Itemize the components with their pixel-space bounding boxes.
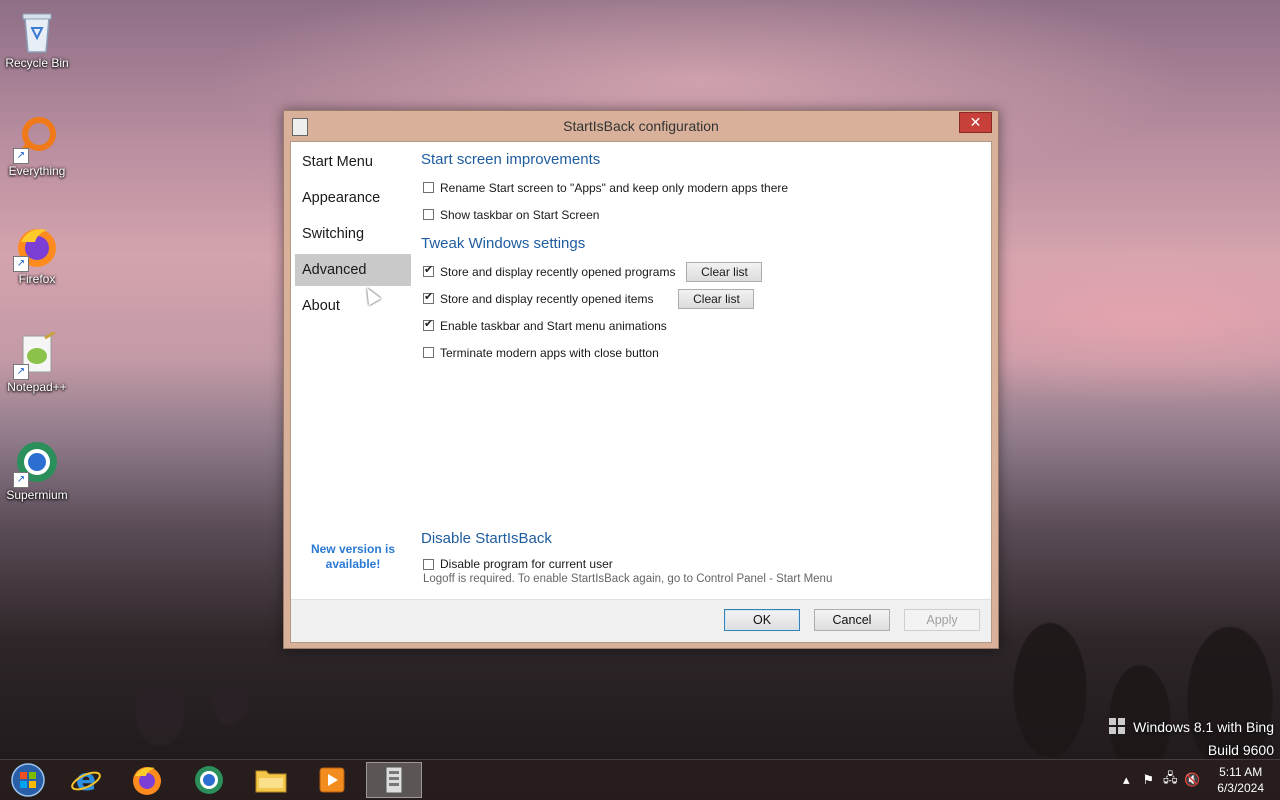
window-titlebar[interactable]: StartIsBack configuration ✕ [284,111,998,141]
clock[interactable]: 5:11 AM 6/3/2024 [1217,764,1264,796]
folder-icon [255,770,287,793]
new-version-link[interactable]: New version is available! [307,542,399,572]
checkbox-terminate-modern-apps[interactable] [423,347,434,358]
shortcut-arrow-icon: ↗ [13,148,29,164]
notepadpp-icon: ↗ [13,330,59,380]
option-label: Store and display recently opened progra… [440,264,676,279]
shortcut-arrow-icon: ↗ [13,364,29,380]
desktop-icon-label: Notepad++ [7,380,67,394]
disable-section: Disable StartIsBack Disable program for … [421,527,986,585]
clock-time: 5:11 AM [1219,765,1263,779]
advanced-settings-panel: Start screen improvements Rename Start s… [421,148,986,366]
show-hidden-icons-chevron-icon[interactable]: ▴ [1118,772,1134,788]
checkbox-show-taskbar[interactable] [423,209,434,220]
logoff-note: Logoff is required. To enable StartIsBac… [423,573,833,585]
shortcut-arrow-icon: ↗ [13,256,29,272]
desktop-icon-firefox[interactable]: ↗ Firefox [2,224,72,286]
option-disable-program[interactable]: Disable program for current user [421,553,986,575]
internet-explorer-icon: e [71,764,101,796]
taskbar: e ▴ ⚑ 🖧 🔇 5:11 AM 6/3/2024 [0,759,1280,800]
nav-item-about[interactable]: About [295,290,411,322]
system-tray: ▴ ⚑ 🖧 🔇 5:11 AM 6/3/2024 [1115,760,1280,800]
option-label: Enable taskbar and Start menu animations [440,318,667,333]
clear-programs-list-button[interactable]: Clear list [686,261,763,282]
media-player-icon [319,767,345,793]
start-button[interactable] [0,762,56,798]
section-title-disable: Disable StartIsBack [421,530,552,547]
ok-button[interactable]: OK [724,609,800,631]
nav-item-start-menu[interactable]: Start Menu [295,146,411,178]
checkbox-recent-programs[interactable] [423,263,434,277]
checkbox-disable-program[interactable] [423,558,434,570]
clock-date: 6/3/2024 [1217,781,1264,795]
nav-sidebar: Start Menu Appearance Switching Advanced… [295,146,411,326]
cancel-button[interactable]: Cancel [814,609,890,631]
supermium-icon [195,766,223,794]
checkbox-recent-items[interactable] [423,290,434,304]
section-title-start-screen: Start screen improvements [421,151,601,168]
desktop-icon-label: Recycle Bin [5,56,69,70]
desktop-icon-label: Everything [8,164,66,178]
taskbar-file-explorer[interactable] [243,762,299,798]
windows-logo-icon [1109,718,1126,734]
nav-item-appearance[interactable]: Appearance [295,182,411,214]
action-center-flag-icon[interactable]: ⚑ [1140,772,1156,788]
option-label: Terminate modern apps with close button [440,345,659,360]
nav-item-advanced[interactable]: Advanced [295,254,411,286]
desktop-icon-recycle-bin[interactable]: Recycle Bin [2,8,72,70]
window-client: Start Menu Appearance Switching Advanced… [290,141,992,643]
startisback-config-icon [385,766,403,794]
checkbox-rename-start-screen[interactable] [423,182,434,193]
option-animations[interactable]: Enable taskbar and Start menu animations [421,312,986,339]
taskbar-supermium[interactable] [181,762,237,798]
supermium-icon: ↗ [13,440,59,488]
option-label: Store and display recently opened items [440,291,654,306]
option-terminate-modern-apps[interactable]: Terminate modern apps with close button [421,339,986,366]
everything-icon: ↗ [13,116,59,164]
taskbar-media-player[interactable] [304,762,360,798]
windows-watermark: Windows 8.1 with Bing Build 9600 [1109,716,1274,762]
desktop-icon-everything[interactable]: ↗ Everything [2,116,72,178]
apply-button[interactable]: Apply [904,609,980,631]
dialog-footer: OK Cancel Apply [291,599,991,642]
desktop-icon-supermium[interactable]: ↗ Supermium [2,440,72,502]
option-label: Rename Start screen to "Apps" and keep o… [440,180,789,195]
clear-items-list-button[interactable]: Clear list [678,288,755,309]
option-recent-programs[interactable]: Store and display recently opened progra… [421,258,986,285]
recycle-bin-icon [15,8,59,53]
desktop-icon-label: Firefox [18,272,56,286]
shortcut-arrow-icon: ↗ [13,472,29,488]
nav-item-switching[interactable]: Switching [295,218,411,250]
firefox-icon [133,767,161,795]
option-label: Disable program for current user [440,557,613,571]
volume-muted-icon[interactable]: 🔇 [1184,772,1200,788]
start-orb-icon [11,763,45,797]
startisback-config-window: StartIsBack configuration ✕ Start Menu A… [283,110,999,649]
desktop-icon-notepadpp[interactable]: ↗ Notepad++ [2,330,72,394]
option-recent-items[interactable]: Store and display recently opened items … [421,285,986,312]
section-title-tweak: Tweak Windows settings [421,235,586,252]
desktop-icon-label: Supermium [6,488,68,502]
network-icon[interactable]: 🖧 [1162,769,1178,791]
checkbox-animations[interactable] [423,317,434,331]
taskbar-internet-explorer[interactable]: e [58,762,114,798]
option-label: Show taskbar on Start Screen [440,207,600,222]
taskbar-firefox[interactable] [119,762,175,798]
taskbar-startisback-config[interactable] [366,762,422,798]
option-show-taskbar[interactable]: Show taskbar on Start Screen [421,201,986,228]
close-button[interactable]: ✕ [959,112,992,133]
watermark-edition: Windows 8.1 with Bing [1133,719,1274,735]
svg-text:e: e [76,764,96,796]
firefox-icon: ↗ [13,224,59,272]
window-title: StartIsBack configuration [563,118,719,134]
option-rename-start-screen[interactable]: Rename Start screen to "Apps" and keep o… [421,174,986,201]
